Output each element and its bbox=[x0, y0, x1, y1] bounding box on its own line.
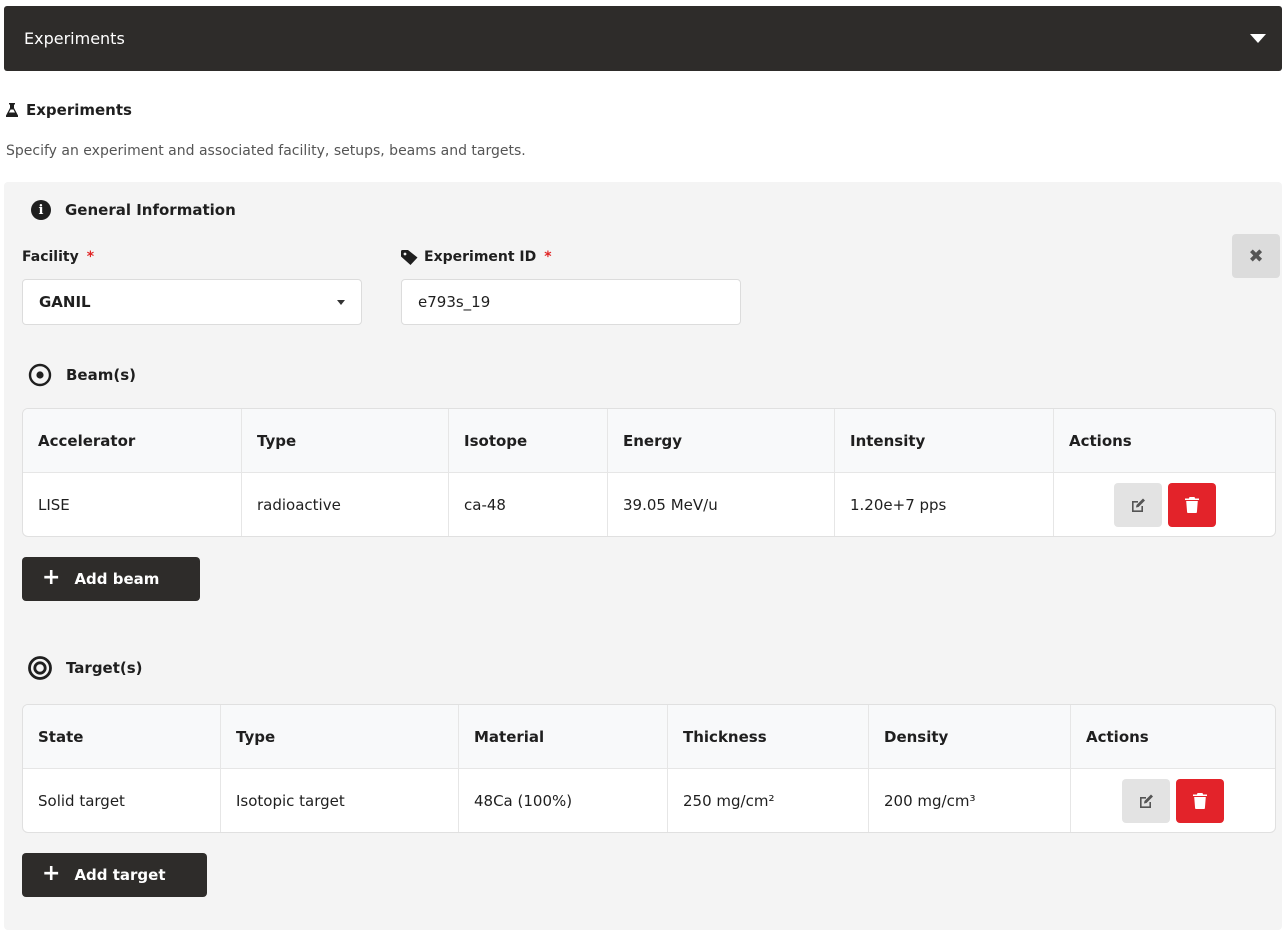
edit-button[interactable] bbox=[1113, 482, 1162, 527]
caret-down-icon[interactable] bbox=[1250, 34, 1266, 43]
accordion-title: Experiments bbox=[24, 29, 125, 48]
table-cell: Solid target bbox=[23, 769, 221, 832]
experiment-id-input[interactable]: e793s_19 bbox=[401, 279, 741, 325]
delete-button[interactable] bbox=[1167, 482, 1216, 527]
table-row: Solid target Isotopic target 48Ca (100%)… bbox=[23, 769, 1275, 832]
edit-icon bbox=[1131, 498, 1145, 512]
column-header: Actions bbox=[1054, 409, 1275, 473]
add-beam-label: Add beam bbox=[74, 570, 160, 588]
section-title-text: Experiments bbox=[26, 101, 132, 119]
section-title: Experiments bbox=[6, 101, 132, 119]
facility-select-value: GANIL bbox=[39, 293, 91, 311]
experiment-id-label-text: Experiment ID bbox=[424, 249, 537, 265]
column-header: Type bbox=[242, 409, 449, 473]
table-cell: LISE bbox=[23, 473, 242, 536]
column-header: Density bbox=[869, 705, 1071, 769]
actions-cell bbox=[1054, 473, 1275, 536]
table-cell: radioactive bbox=[242, 473, 449, 536]
column-header: Material bbox=[459, 705, 668, 769]
table-cell: 1.20e+7 pps bbox=[835, 473, 1054, 536]
table-cell: 39.05 MeV/u bbox=[608, 473, 835, 536]
experiments-accordion-header[interactable]: Experiments bbox=[4, 6, 1282, 71]
column-header: Accelerator bbox=[23, 409, 242, 473]
plus-icon: + bbox=[42, 565, 61, 590]
close-icon: ✖ bbox=[1248, 245, 1264, 267]
trash-icon bbox=[1193, 792, 1207, 809]
table-cell: 48Ca (100%) bbox=[459, 769, 668, 832]
table-cell: ca-48 bbox=[449, 473, 608, 536]
close-button[interactable]: ✖ bbox=[1232, 234, 1280, 278]
facility-label: Facility * bbox=[22, 249, 94, 265]
add-target-button[interactable]: + Add target bbox=[22, 853, 207, 897]
column-header: Actions bbox=[1071, 705, 1275, 769]
column-header: Thickness bbox=[668, 705, 869, 769]
beams-table: Accelerator Type Isotope Energy Intensit… bbox=[22, 408, 1276, 537]
info-icon: i bbox=[31, 200, 51, 220]
table-row: LISE radioactive ca-48 39.05 MeV/u 1.20e… bbox=[23, 473, 1275, 536]
beams-title: Beam(s) bbox=[28, 363, 136, 387]
column-header: Isotope bbox=[449, 409, 608, 473]
column-header: Type bbox=[221, 705, 459, 769]
targets-title-text: Target(s) bbox=[66, 659, 143, 677]
actions-cell bbox=[1071, 769, 1275, 832]
column-header: Intensity bbox=[835, 409, 1054, 473]
facility-select[interactable]: GANIL bbox=[22, 279, 362, 325]
general-info-title-text: General Information bbox=[65, 201, 236, 219]
facility-label-text: Facility bbox=[22, 249, 79, 265]
general-info-title: i General Information bbox=[31, 200, 236, 220]
chevron-down-icon bbox=[337, 299, 345, 305]
flask-icon bbox=[6, 103, 18, 117]
facility-required-mark: * bbox=[86, 249, 95, 265]
table-cell: 250 mg/cm² bbox=[668, 769, 869, 832]
edit-icon bbox=[1140, 794, 1153, 808]
bullseye-icon bbox=[28, 656, 52, 680]
section-description: Specify an experiment and associated fac… bbox=[6, 143, 526, 159]
edit-button[interactable] bbox=[1122, 778, 1170, 823]
trash-icon bbox=[1184, 496, 1199, 513]
tag-icon bbox=[401, 249, 418, 265]
experiment-id-value: e793s_19 bbox=[418, 293, 491, 311]
delete-button[interactable] bbox=[1176, 778, 1224, 823]
table-cell: Isotopic target bbox=[221, 769, 459, 832]
beams-title-text: Beam(s) bbox=[66, 366, 136, 384]
plus-icon: + bbox=[42, 861, 61, 886]
experiment-id-required-mark: * bbox=[544, 249, 552, 265]
table-cell: 200 mg/cm³ bbox=[869, 769, 1071, 832]
experiment-id-label: Experiment ID * bbox=[401, 249, 552, 265]
add-target-label: Add target bbox=[74, 866, 166, 884]
column-header: Energy bbox=[608, 409, 835, 473]
targets-table: State Type Material Thickness Density Ac… bbox=[22, 704, 1276, 833]
targets-title: Target(s) bbox=[28, 656, 143, 680]
column-header: State bbox=[23, 705, 221, 769]
beams-header-row: Accelerator Type Isotope Energy Intensit… bbox=[23, 409, 1275, 473]
targets-header-row: State Type Material Thickness Density Ac… bbox=[23, 705, 1275, 769]
add-beam-button[interactable]: + Add beam bbox=[22, 557, 200, 601]
dot-circle-icon bbox=[28, 363, 52, 387]
